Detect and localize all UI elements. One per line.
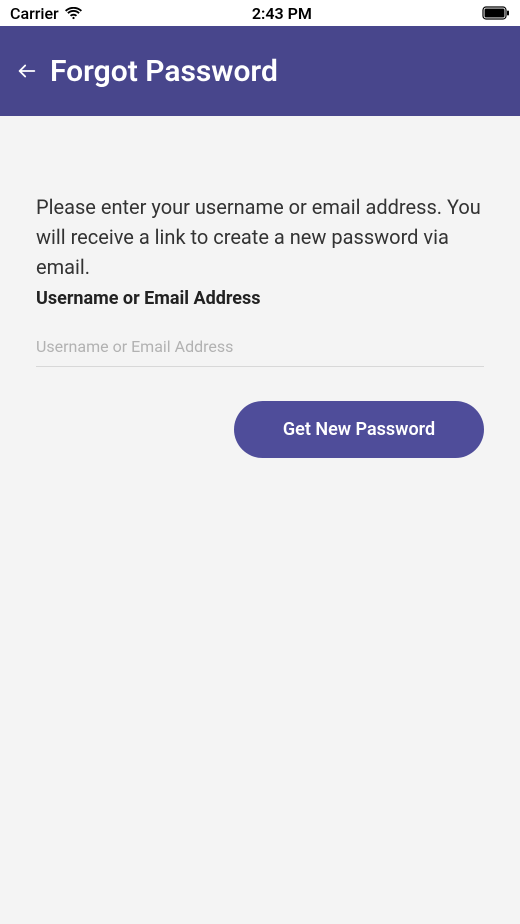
status-left: Carrier [10, 4, 82, 23]
input-wrap [36, 337, 484, 367]
status-time: 2:43 PM [252, 4, 312, 23]
carrier-label: Carrier [10, 4, 59, 23]
back-arrow-icon[interactable] [16, 60, 38, 82]
get-new-password-button[interactable]: Get New Password [234, 401, 484, 458]
field-label: Username or Email Address [36, 288, 484, 309]
status-right [482, 6, 510, 20]
content-area: Please enter your username or email addr… [0, 116, 520, 458]
wifi-icon [65, 7, 82, 20]
status-bar: Carrier 2:43 PM [0, 0, 520, 26]
page-title: Forgot Password [50, 54, 278, 89]
username-email-input[interactable] [36, 337, 484, 356]
instructions-text: Please enter your username or email addr… [36, 192, 484, 282]
battery-icon [482, 6, 510, 20]
app-header: Forgot Password [0, 26, 520, 116]
button-row: Get New Password [36, 401, 484, 458]
